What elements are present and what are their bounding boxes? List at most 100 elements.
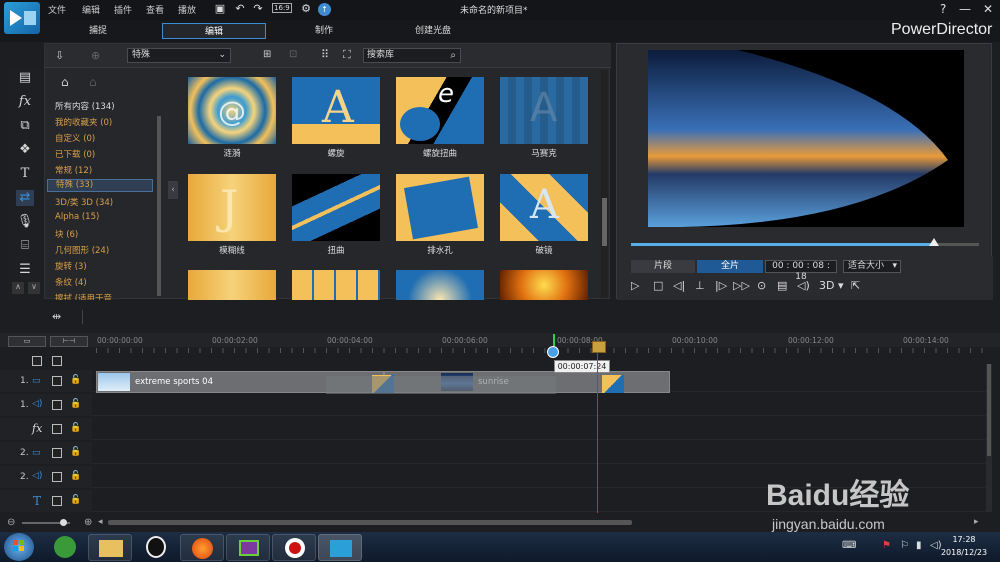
aspect-ratio-button[interactable]: 16:9 bbox=[272, 3, 292, 13]
scroll-right-icon[interactable]: ▸ bbox=[974, 517, 979, 527]
transition-thumb-ripple[interactable]: @ bbox=[188, 77, 276, 144]
track-enable-checkbox[interactable] bbox=[52, 448, 62, 458]
track-manager-button[interactable]: ▭ bbox=[8, 336, 46, 347]
transition-marker[interactable] bbox=[602, 375, 624, 393]
category-item[interactable]: 自定义 (0) bbox=[55, 132, 95, 144]
pip-room-icon[interactable]: ⧉ bbox=[16, 118, 34, 134]
lock-icon[interactable]: 🔓 bbox=[70, 447, 81, 457]
search-icon[interactable]: ⌕ bbox=[450, 49, 456, 62]
transition-thumb-broken-glass[interactable]: A bbox=[500, 174, 588, 241]
collapse-panel-icon[interactable]: ‹ bbox=[168, 181, 178, 199]
menu-edit[interactable]: 编辑 bbox=[82, 3, 100, 16]
clock-time[interactable]: 17:28 bbox=[938, 535, 990, 544]
transition-thumb-mosaic[interactable]: A bbox=[500, 77, 588, 144]
transition-thumb[interactable] bbox=[396, 270, 484, 300]
chapter-room-icon[interactable]: ☰ bbox=[16, 262, 34, 278]
category-item[interactable]: 所有内容 (134) bbox=[55, 100, 115, 112]
browser-360-icon[interactable] bbox=[54, 536, 76, 558]
movie-mode-button[interactable]: 全片 bbox=[697, 260, 763, 273]
save-icon[interactable]: ▣ bbox=[214, 3, 226, 15]
redo-icon[interactable]: ↷ bbox=[252, 3, 264, 15]
3d-toggle[interactable]: 3D ▾ bbox=[819, 279, 844, 292]
scroll-left-icon[interactable]: ◂ bbox=[98, 517, 103, 527]
lock-icon[interactable]: 🔓 bbox=[70, 399, 81, 409]
taskbar-recorder[interactable] bbox=[272, 534, 316, 561]
clip-mode-button[interactable]: 片段 bbox=[631, 260, 695, 273]
transition-thumb-twist[interactable] bbox=[292, 174, 380, 241]
timeline-vscroll-handle[interactable] bbox=[987, 364, 991, 456]
category-item[interactable]: 3D/类 3D (34) bbox=[55, 196, 113, 208]
thumb-scrollbar-track[interactable] bbox=[601, 70, 608, 298]
timeline-vscroll[interactable] bbox=[986, 364, 992, 512]
zoom-slider[interactable] bbox=[22, 519, 70, 526]
chevron-up-icon[interactable]: ∧ bbox=[12, 282, 24, 294]
transition-thumb[interactable] bbox=[188, 270, 276, 300]
help-icon[interactable]: ? bbox=[940, 2, 946, 16]
transition-thumb-spiral[interactable]: A bbox=[292, 77, 380, 144]
search-input[interactable]: 搜索库 ⌕ bbox=[363, 48, 461, 63]
thumb-scrollbar-handle[interactable] bbox=[602, 198, 607, 246]
transition-room-icon[interactable]: ⇄ bbox=[16, 190, 34, 206]
lock-icon[interactable]: 🔓 bbox=[70, 471, 81, 481]
transition-thumb-blur-line[interactable]: J bbox=[188, 174, 276, 241]
play-icon[interactable]: ▷ bbox=[631, 279, 639, 292]
category-item[interactable]: 条纹 (4) bbox=[55, 276, 87, 288]
close-button[interactable]: ✕ bbox=[983, 2, 993, 16]
subtitle-icon[interactable]: ▤ bbox=[777, 279, 787, 292]
undo-icon[interactable]: ↶ bbox=[234, 3, 246, 15]
grid-view-icon[interactable]: ⠿ bbox=[321, 48, 329, 61]
transition-thumb-drain[interactable] bbox=[396, 174, 484, 241]
next-frame-icon[interactable]: |▷ bbox=[715, 279, 727, 292]
volume-icon[interactable]: ◁) bbox=[797, 279, 810, 292]
camera-icon[interactable]: ⊙ bbox=[757, 279, 766, 292]
taskbar-firefox[interactable] bbox=[180, 534, 224, 561]
timecode-display[interactable]: 00 : 00 : 08 : 18 bbox=[765, 260, 837, 282]
previous-frame-icon[interactable]: ◁| bbox=[673, 279, 685, 292]
chapter-marker-icon[interactable] bbox=[592, 341, 606, 353]
category-item[interactable]: 我的收藏夹 (0) bbox=[55, 116, 112, 128]
chevron-down-icon[interactable]: ∨ bbox=[28, 282, 40, 294]
transition-thumb[interactable] bbox=[292, 270, 380, 300]
category-item-active[interactable]: 特殊 (33) bbox=[47, 179, 153, 192]
snapshot-frame-icon[interactable]: ⊥ bbox=[695, 279, 705, 292]
keyboard-icon[interactable]: ⌨ bbox=[842, 540, 856, 551]
menu-file[interactable]: 文件 bbox=[48, 3, 66, 16]
title-room-icon[interactable]: T bbox=[16, 166, 34, 182]
timeline-hscroll-handle[interactable] bbox=[108, 520, 632, 525]
category-scrollbar[interactable] bbox=[157, 116, 161, 296]
upgrade-icon[interactable]: ↑ bbox=[318, 3, 331, 16]
import-icon[interactable]: ⇩ bbox=[55, 49, 64, 62]
download-globe-icon[interactable]: ⊕ bbox=[91, 49, 100, 62]
fit-timeline-icon[interactable]: ⇹ bbox=[52, 310, 61, 323]
stop-icon[interactable]: □ bbox=[653, 279, 663, 292]
master-enable-checkbox[interactable] bbox=[52, 356, 62, 366]
lock-icon[interactable]: 🔓 bbox=[70, 495, 81, 505]
zoom-in-icon[interactable]: ⊕ bbox=[84, 517, 92, 528]
category-item[interactable]: Alpha (15) bbox=[55, 212, 99, 222]
audio-mixing-icon[interactable]: 🎙 bbox=[16, 214, 34, 230]
tag-add-icon[interactable]: ⌂ bbox=[61, 75, 69, 89]
master-track-checkbox[interactable] bbox=[32, 356, 42, 366]
category-item[interactable]: 几何图形 (24) bbox=[55, 244, 109, 256]
expand-icon[interactable]: ⛶ bbox=[343, 48, 351, 62]
transition-thumb-swirl[interactable]: e bbox=[396, 77, 484, 144]
fast-forward-icon[interactable]: ▷▷ bbox=[733, 279, 750, 292]
preview-progress-track[interactable] bbox=[631, 238, 979, 246]
tab-edit[interactable]: 编辑 bbox=[162, 23, 266, 39]
voice-over-icon[interactable]: ⌸ bbox=[16, 238, 34, 254]
playhead-handle[interactable] bbox=[547, 346, 559, 358]
lock-icon[interactable]: 🔓 bbox=[70, 375, 81, 385]
category-item[interactable]: 擦拭 (适用于音... bbox=[55, 292, 120, 300]
taskbar-app[interactable] bbox=[226, 534, 270, 561]
zoom-slider-knob[interactable] bbox=[60, 519, 67, 526]
track-enable-checkbox[interactable] bbox=[52, 376, 62, 386]
qq-icon[interactable] bbox=[146, 536, 166, 558]
fit-select[interactable]: 适合大小 ▾ bbox=[843, 260, 901, 273]
track-enable-checkbox[interactable] bbox=[52, 424, 62, 434]
media-room-icon[interactable]: ▤ bbox=[16, 70, 34, 86]
fx-room-icon[interactable]: fx bbox=[16, 94, 34, 110]
tag-remove-icon[interactable]: ⌂ bbox=[89, 75, 97, 89]
transition-thumb[interactable] bbox=[500, 270, 588, 300]
category-item[interactable]: 旋转 (3) bbox=[55, 260, 87, 272]
menu-view[interactable]: 查看 bbox=[146, 3, 164, 16]
